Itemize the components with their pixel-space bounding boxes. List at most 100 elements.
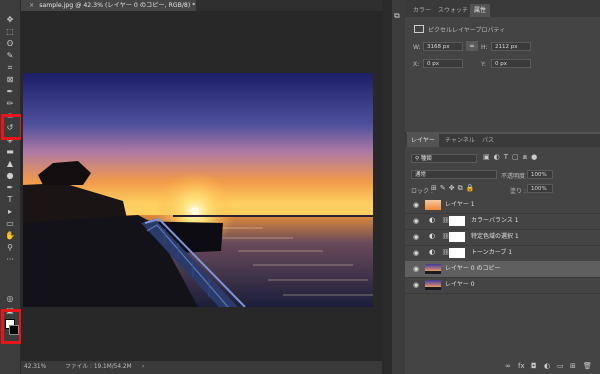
brush-icon[interactable]: ✏ bbox=[3, 98, 17, 109]
properties-panel: カラー スウォッチ 属性 ピクセルレイヤープロパティ W: 3168 px ∞ … bbox=[405, 0, 600, 132]
lasso-icon[interactable]: ʘ bbox=[3, 38, 17, 49]
height-label: H: bbox=[481, 44, 488, 51]
y-label: Y: bbox=[481, 61, 486, 68]
opacity-label: 不透明度 : bbox=[501, 173, 529, 180]
lock-artboard-icon[interactable]: ⧉ bbox=[458, 184, 466, 192]
lock-transparent-icon[interactable]: ⊞ bbox=[431, 184, 440, 192]
tab-paths[interactable]: パス bbox=[478, 134, 498, 147]
height-field[interactable]: 2112 px bbox=[491, 42, 531, 51]
new-layer-icon[interactable]: ⊞ bbox=[570, 362, 576, 370]
quick-select-icon[interactable]: ✎ bbox=[3, 50, 17, 61]
filter-smart-icon[interactable]: ⧈ bbox=[523, 153, 531, 161]
layer-name[interactable]: レイヤー 0 のコピー bbox=[445, 261, 500, 277]
layer-name[interactable]: カラーバランス 1 bbox=[471, 213, 519, 229]
highlight-brush-tool bbox=[1, 114, 23, 140]
blend-mode-select[interactable]: 通常 bbox=[411, 170, 497, 179]
visibility-eye-icon[interactable]: ◉ bbox=[413, 265, 419, 273]
file-size-info: ファイル : 19.1M/54.2M bbox=[65, 364, 132, 370]
status-bar: 42.31% ファイル : 19.1M/54.2M › bbox=[21, 361, 382, 374]
lock-all-icon[interactable]: 🔒 bbox=[466, 184, 478, 192]
opacity-field[interactable]: 100% bbox=[527, 170, 553, 179]
layer-row[interactable]: ◉ レイヤー 1 bbox=[405, 197, 600, 214]
document-tab[interactable]: × sample.jpg @ 42.3% (レイヤー 0 のコピー, RGB/8)… bbox=[21, 0, 196, 11]
properties-section-title: ピクセルレイヤープロパティ bbox=[428, 27, 506, 34]
filter-pixel-icon[interactable]: ▣ bbox=[483, 153, 494, 161]
path-select-icon[interactable]: ▸ bbox=[3, 206, 17, 217]
visibility-eye-icon[interactable]: ◉ bbox=[413, 201, 419, 209]
photo-image[interactable] bbox=[23, 73, 373, 307]
tab-color[interactable]: カラー bbox=[409, 4, 435, 17]
visibility-eye-icon[interactable]: ◉ bbox=[413, 249, 419, 257]
link-layers-icon[interactable]: ∞ bbox=[505, 362, 511, 370]
shape-icon[interactable]: ▭ bbox=[3, 218, 17, 229]
lock-label: ロック : bbox=[411, 188, 433, 195]
tab-swatches[interactable]: スウォッチ bbox=[434, 4, 472, 17]
marquee-icon[interactable]: ⬚ bbox=[3, 26, 17, 37]
background-color-swatch[interactable] bbox=[9, 325, 19, 335]
visibility-eye-icon[interactable]: ◉ bbox=[413, 233, 419, 241]
more-icon[interactable]: ··· bbox=[3, 254, 17, 265]
layer-name[interactable]: トーンカーブ 1 bbox=[471, 245, 512, 261]
filter-toggle-icon[interactable]: ● bbox=[531, 153, 541, 161]
layer-thumbnail[interactable] bbox=[425, 264, 441, 274]
frame-icon[interactable]: ⊠ bbox=[3, 74, 17, 85]
blur-icon[interactable]: ▲ bbox=[3, 158, 17, 169]
mask-icon[interactable]: ◘ bbox=[531, 362, 537, 370]
x-field[interactable]: 0 px bbox=[423, 59, 463, 68]
pixel-layer-icon bbox=[414, 25, 424, 33]
width-field[interactable]: 3168 px bbox=[423, 42, 463, 51]
zoom-readout[interactable]: 42.31% bbox=[24, 361, 46, 374]
layers-footer: ∞ fx ◘ ◐ ▭ ⊞ 🗑 bbox=[405, 362, 600, 374]
visibility-eye-icon[interactable]: ◉ bbox=[413, 217, 419, 225]
layer-name[interactable]: レイヤー 1 bbox=[445, 197, 475, 213]
tab-close-icon[interactable]: × bbox=[21, 2, 39, 9]
adjustment-icon[interactable]: ◐ bbox=[544, 362, 550, 370]
fx-icon[interactable]: fx bbox=[518, 362, 525, 370]
move-icon[interactable]: ✥ bbox=[3, 14, 17, 25]
filter-adjust-icon[interactable]: ◐ bbox=[494, 153, 504, 161]
quick-mask-icon[interactable]: ◎ bbox=[3, 293, 17, 304]
eyedropper-icon[interactable]: ✒ bbox=[3, 86, 17, 97]
layer-filter-select[interactable]: ⚲ 種類 bbox=[411, 154, 477, 163]
lock-position-icon[interactable]: ✥ bbox=[449, 184, 458, 192]
layer-thumbnail[interactable] bbox=[425, 280, 441, 290]
zoom-icon[interactable]: ⚲ bbox=[3, 242, 17, 253]
layer-row[interactable]: ◉ ◐ ⛓ 特定色域の選択 1 bbox=[405, 229, 600, 246]
group-icon[interactable]: ▭ bbox=[557, 362, 564, 370]
type-icon[interactable]: T bbox=[3, 194, 17, 205]
dodge-icon[interactable]: ● bbox=[3, 170, 17, 181]
pen-icon[interactable]: ✒ bbox=[3, 182, 17, 193]
panel-divider bbox=[382, 0, 392, 374]
fill-field[interactable]: 100% bbox=[527, 184, 553, 193]
history-icon[interactable]: ⧉ bbox=[394, 11, 400, 21]
filter-type-icon[interactable]: T bbox=[504, 153, 512, 161]
layer-mask-thumbnail[interactable] bbox=[449, 248, 465, 258]
layers-panel: レイヤー チャンネル パス ⚲ 種類 ▣◐T▢⧈● 通常 不透明度 : 100%… bbox=[405, 134, 600, 374]
layer-name[interactable]: 特定色域の選択 1 bbox=[471, 229, 519, 245]
layer-row[interactable]: ◉ レイヤー 0 のコピー bbox=[405, 261, 600, 278]
layer-mask-thumbnail[interactable] bbox=[449, 216, 465, 226]
panel-dock-strip: ⧉ bbox=[392, 0, 406, 374]
visibility-eye-icon[interactable]: ◉ bbox=[413, 281, 419, 289]
status-menu-arrow[interactable]: › bbox=[142, 361, 144, 374]
trash-icon[interactable]: 🗑 bbox=[583, 362, 592, 370]
crop-icon[interactable]: ⌗ bbox=[3, 62, 17, 73]
tab-properties[interactable]: 属性 bbox=[470, 4, 491, 17]
layer-mask-thumbnail[interactable] bbox=[449, 232, 465, 242]
layer-row[interactable]: ◉ レイヤー 0 bbox=[405, 277, 600, 294]
gradient-icon[interactable]: ▬ bbox=[3, 146, 17, 157]
width-label: W: bbox=[413, 44, 421, 51]
tab-channels[interactable]: チャンネル bbox=[441, 134, 479, 147]
link-dimensions-icon[interactable]: ∞ bbox=[466, 41, 478, 51]
adjustment-layer-icon: ◐ bbox=[429, 248, 436, 256]
tab-layers[interactable]: レイヤー bbox=[407, 134, 439, 147]
hand-icon[interactable]: ✋ bbox=[3, 230, 17, 241]
filter-shape-icon[interactable]: ▢ bbox=[512, 153, 523, 161]
layer-row[interactable]: ◉ ◐ ⛓ カラーバランス 1 bbox=[405, 213, 600, 230]
y-field[interactable]: 0 px bbox=[491, 59, 531, 68]
layer-row[interactable]: ◉ ◐ ⛓ トーンカーブ 1 bbox=[405, 245, 600, 262]
layer-name[interactable]: レイヤー 0 bbox=[445, 277, 475, 293]
layer-thumbnail[interactable] bbox=[425, 200, 441, 210]
lock-pixels-icon[interactable]: ✎ bbox=[440, 184, 449, 192]
layer-filter-icons: ▣◐T▢⧈● bbox=[483, 153, 541, 162]
